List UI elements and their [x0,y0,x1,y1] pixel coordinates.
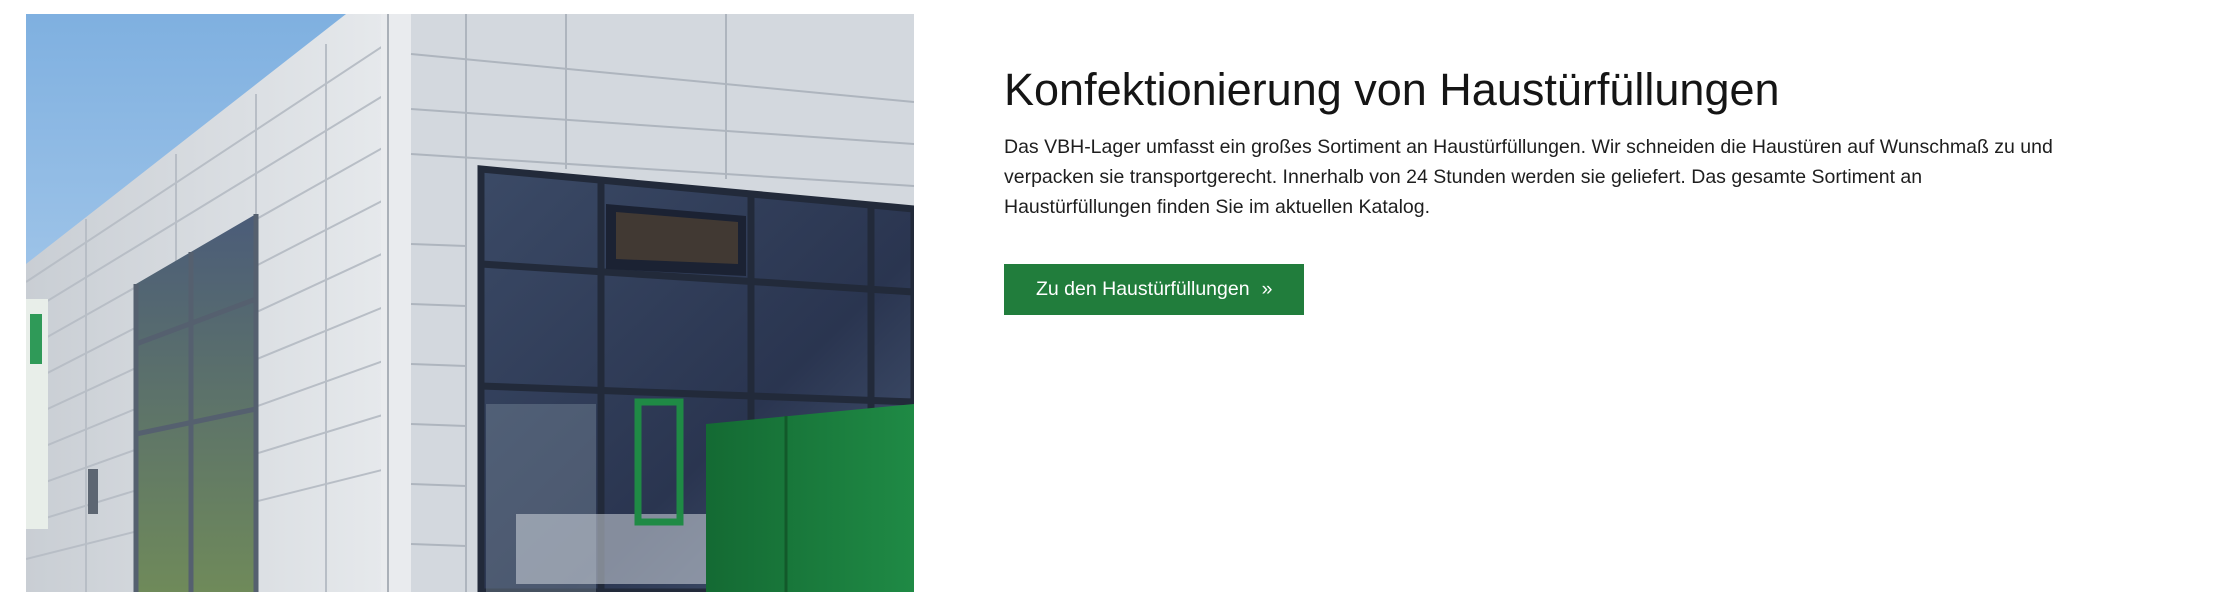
section-description: Das VBH-Lager umfasst ein großes Sortime… [1004,136,2053,218]
chevron-right-icon: » [1261,278,1273,300]
content-section: Konfektionierung von Haustürfüllungen Da… [1004,56,2064,315]
section-title: Konfektionierung von Haustürfüllungen [1004,64,1780,115]
button-label: Zu den Haustürfüllungen [1036,278,1250,300]
haustuerfuellungen-button[interactable]: Zu den Haustürfüllungen » [1004,264,1305,315]
building-photo [26,14,914,592]
